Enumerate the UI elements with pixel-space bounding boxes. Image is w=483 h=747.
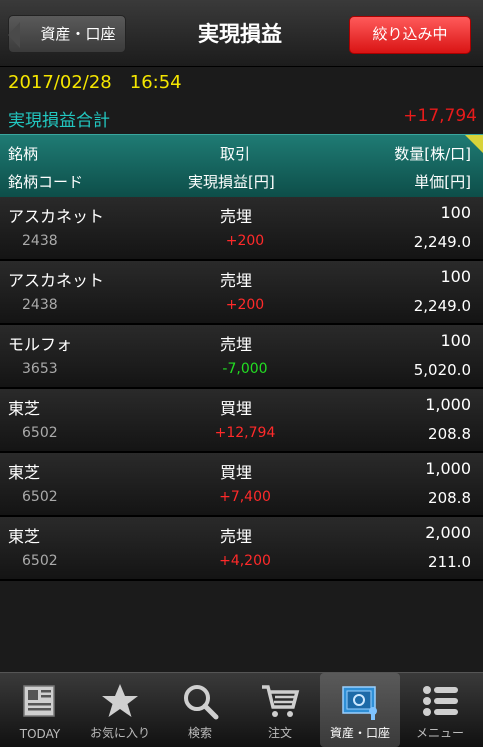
row-pnl: +12,794 bbox=[214, 425, 276, 441]
row-qty: 100 bbox=[440, 203, 471, 222]
row-name: モルフォ bbox=[8, 335, 73, 354]
tab-label: 検索 bbox=[187, 726, 212, 740]
table-row[interactable]: 東芝 売埋 2,000 6502 +4,200 211.0 bbox=[0, 517, 483, 581]
row-price: 208.8 bbox=[428, 489, 471, 507]
tab-favorites[interactable]: お気に入り bbox=[80, 673, 160, 747]
cart-icon bbox=[262, 685, 300, 717]
newspaper-icon bbox=[23, 685, 55, 717]
pnl-list: アスカネット 売埋 100 2438 +200 2,249.0 アスカネット 売… bbox=[0, 197, 483, 581]
row-name: アスカネット bbox=[8, 271, 105, 290]
tab-label: メニュー bbox=[415, 726, 464, 740]
filter-button[interactable]: 絞り込み中 bbox=[349, 16, 471, 54]
total-value: +17,794 bbox=[403, 106, 477, 126]
magnifier-icon bbox=[184, 685, 219, 720]
menu-icon bbox=[423, 686, 458, 716]
date-text: 2017/02/28 bbox=[8, 72, 112, 93]
tab-menu[interactable]: メニュー bbox=[400, 673, 480, 747]
row-price: 2,249.0 bbox=[413, 233, 471, 251]
tab-label: お気に入り bbox=[89, 726, 150, 740]
header-name: 銘柄 bbox=[8, 145, 39, 163]
header-price: 単価[円] bbox=[414, 173, 471, 191]
total-label: 実現損益合計 bbox=[8, 111, 110, 131]
tab-label: TODAY bbox=[19, 727, 61, 741]
row-pnl: -7,000 bbox=[222, 361, 268, 377]
row-trade: 売埋 bbox=[220, 527, 253, 546]
header-code: 銘柄コード bbox=[8, 173, 84, 191]
row-name: 東芝 bbox=[8, 527, 41, 546]
row-pnl: +200 bbox=[225, 233, 265, 249]
row-code: 3653 bbox=[22, 361, 58, 377]
row-pnl: +4,200 bbox=[219, 553, 271, 569]
back-button[interactable]: 資産・口座 bbox=[8, 15, 126, 53]
row-trade: 売埋 bbox=[220, 271, 253, 290]
row-qty: 2,000 bbox=[425, 523, 471, 542]
row-name: 東芝 bbox=[8, 399, 41, 418]
tab-today[interactable]: TODAY bbox=[0, 673, 80, 747]
page-title: 実現損益 bbox=[198, 22, 282, 46]
date-time: 2017/02/28 16:54 bbox=[8, 72, 182, 93]
row-trade: 買埋 bbox=[220, 399, 253, 418]
table-row[interactable]: アスカネット 売埋 100 2438 +200 2,249.0 bbox=[0, 197, 483, 261]
row-name: アスカネット bbox=[8, 207, 105, 226]
bottom-tab-bar: TODAY お気に入り 検索 注文 資産・口座 メニュー bbox=[0, 672, 483, 747]
row-qty: 1,000 bbox=[425, 395, 471, 414]
row-trade: 買埋 bbox=[220, 463, 253, 482]
tab-search[interactable]: 検索 bbox=[160, 673, 240, 747]
time-text: 16:54 bbox=[129, 72, 182, 93]
row-code: 2438 bbox=[22, 233, 58, 249]
row-price: 2,249.0 bbox=[413, 297, 471, 315]
header-qty: 数量[株/口] bbox=[394, 145, 471, 163]
tab-assets[interactable]: 資産・口座 bbox=[320, 673, 400, 747]
row-qty: 100 bbox=[440, 331, 471, 350]
tab-label: 注文 bbox=[267, 726, 292, 740]
header-pnl: 実現損益[円] bbox=[188, 173, 275, 191]
row-price: 211.0 bbox=[428, 553, 471, 571]
header-trade: 取引 bbox=[220, 145, 251, 163]
table-row[interactable]: モルフォ 売埋 100 3653 -7,000 5,020.0 bbox=[0, 325, 483, 389]
row-price: 208.8 bbox=[428, 425, 471, 443]
row-pnl: +7,400 bbox=[219, 489, 271, 505]
table-row[interactable]: 東芝 買埋 1,000 6502 +12,794 208.8 bbox=[0, 389, 483, 453]
tab-label: 資産・口座 bbox=[329, 726, 390, 740]
row-code: 6502 bbox=[22, 489, 58, 505]
table-row[interactable]: アスカネット 売埋 100 2438 +200 2,249.0 bbox=[0, 261, 483, 325]
table-header: 銘柄 取引 数量[株/口] 銘柄コード 実現損益[円] 単価[円] bbox=[0, 134, 483, 198]
table-row[interactable]: 東芝 買埋 1,000 6502 +7,400 208.8 bbox=[0, 453, 483, 517]
row-pnl: +200 bbox=[225, 297, 265, 313]
row-trade: 売埋 bbox=[220, 207, 253, 226]
row-trade: 売埋 bbox=[220, 335, 253, 354]
row-qty: 1,000 bbox=[425, 459, 471, 478]
row-price: 5,020.0 bbox=[413, 361, 471, 379]
top-bar: 資産・口座 実現損益 絞り込み中 bbox=[0, 0, 483, 67]
row-code: 6502 bbox=[22, 553, 58, 569]
star-icon bbox=[102, 684, 138, 717]
row-name: 東芝 bbox=[8, 463, 41, 482]
row-qty: 100 bbox=[440, 267, 471, 286]
tab-order[interactable]: 注文 bbox=[240, 673, 320, 747]
row-code: 2438 bbox=[22, 297, 58, 313]
row-code: 6502 bbox=[22, 425, 58, 441]
safe-icon bbox=[342, 686, 377, 720]
